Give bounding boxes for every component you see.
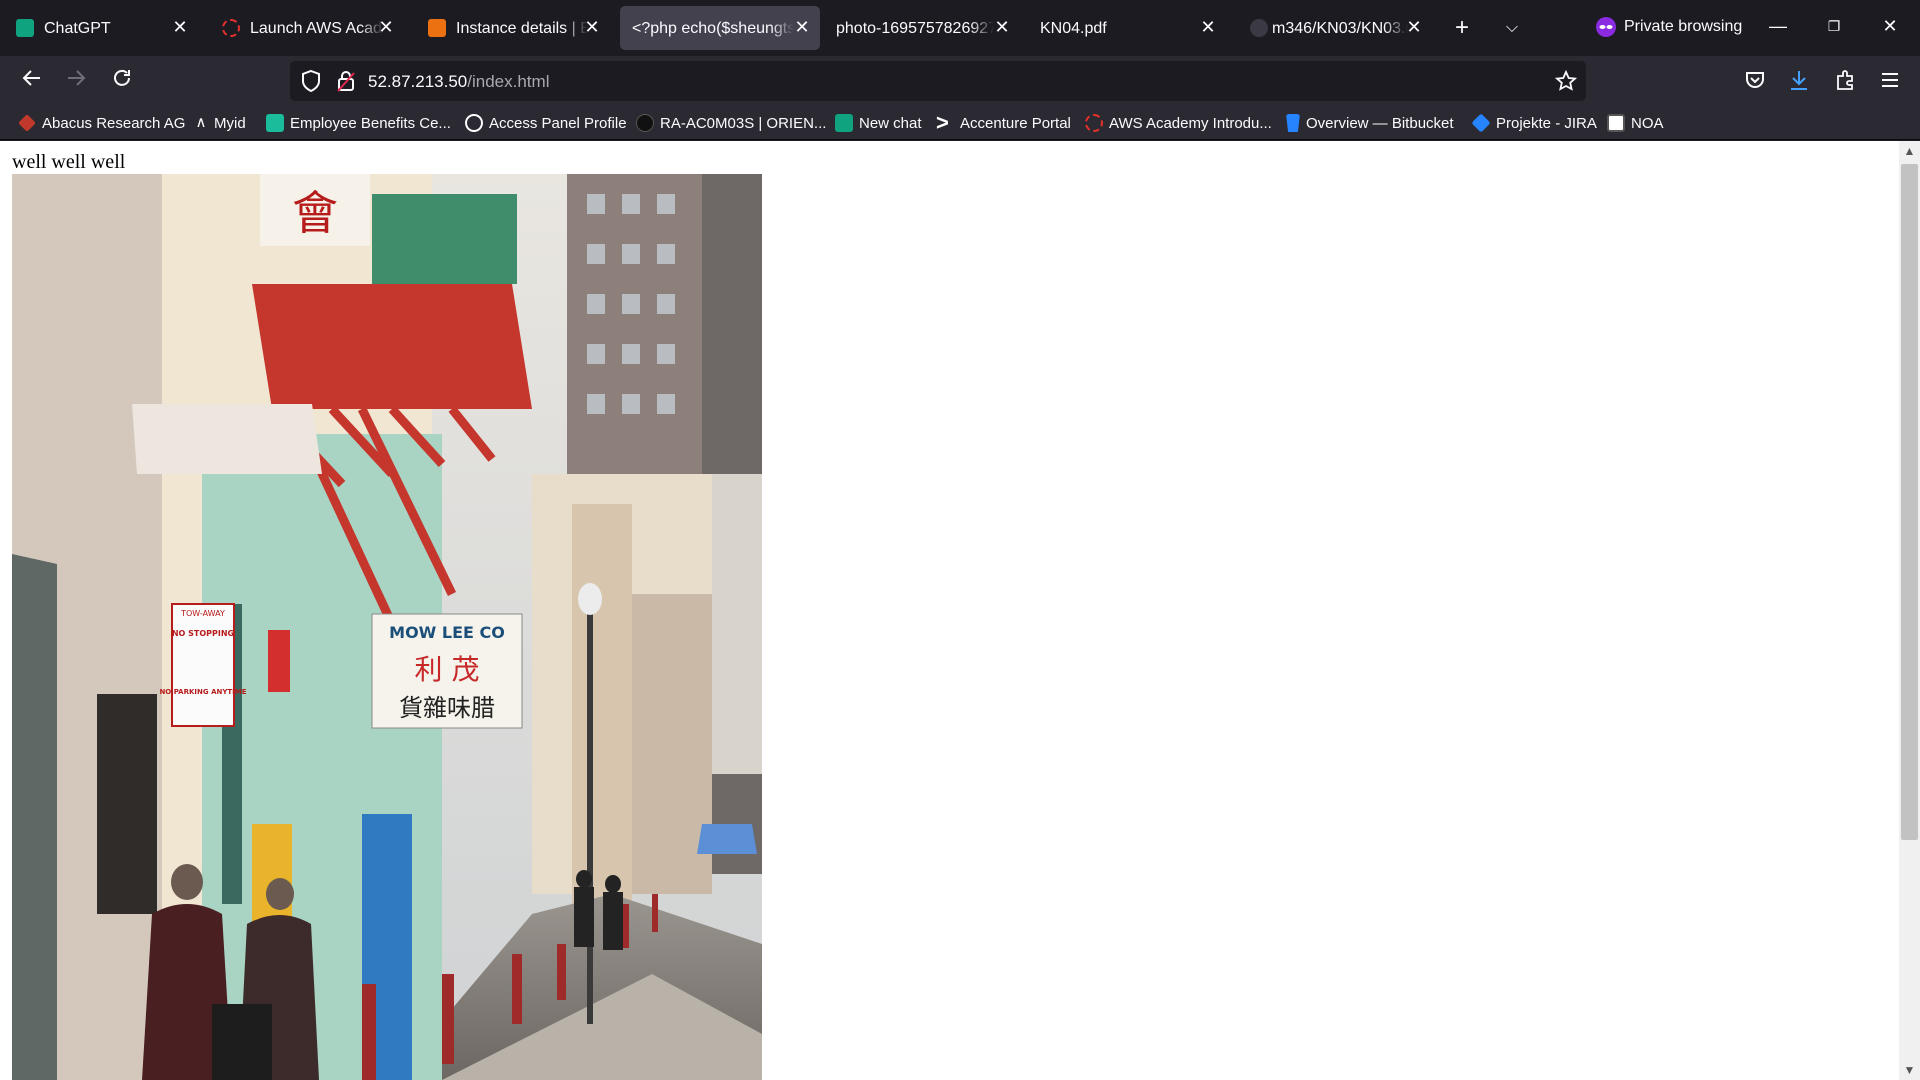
close-icon[interactable]: ✕ bbox=[1198, 17, 1218, 37]
sign-no-parking: NO PARKING ANYTIME bbox=[159, 688, 246, 696]
bitbucket-icon bbox=[1286, 114, 1300, 132]
bookmark-label: NOA bbox=[1631, 114, 1664, 132]
page-text: well well well bbox=[12, 151, 126, 173]
bookmark-aws-academy[interactable]: AWS Academy Introdu... bbox=[1085, 112, 1272, 134]
bookmark-label: Projekte - JIRA bbox=[1496, 114, 1597, 132]
bookmark-accenture[interactable]: > Accenture Portal bbox=[936, 112, 1071, 134]
aws-academy-icon bbox=[222, 19, 240, 37]
reload-icon bbox=[114, 69, 130, 86]
chatgpt-icon bbox=[16, 19, 34, 37]
bookmark-star-icon[interactable] bbox=[1554, 69, 1578, 92]
restore-button[interactable]: ❐ bbox=[1818, 12, 1850, 40]
close-icon[interactable]: ✕ bbox=[582, 17, 602, 37]
close-icon[interactable]: ✕ bbox=[1404, 17, 1424, 37]
noa-icon bbox=[1607, 114, 1625, 132]
scroll-down-arrow-icon[interactable]: ▼ bbox=[1900, 1062, 1919, 1078]
tab-title: ChatGPT bbox=[44, 19, 174, 39]
minimize-button[interactable]: — bbox=[1762, 12, 1794, 40]
back-button[interactable] bbox=[16, 66, 48, 94]
tab-instance-details[interactable]: Instance details | EC ✕ bbox=[416, 6, 610, 50]
benefits-icon bbox=[266, 114, 284, 132]
url-text[interactable]: 52.87.213.50/index.html bbox=[368, 71, 549, 93]
bookmark-jira[interactable]: Projekte - JIRA bbox=[1471, 112, 1597, 134]
bookmark-access-panel[interactable]: Access Panel Profile bbox=[465, 112, 627, 134]
close-icon[interactable]: ✕ bbox=[170, 17, 190, 37]
github-icon bbox=[1250, 19, 1268, 37]
bookmark-label: AWS Academy Introdu... bbox=[1109, 114, 1272, 132]
private-browsing-icon bbox=[1596, 17, 1616, 37]
aws-ec2-icon bbox=[428, 19, 446, 37]
github-icon bbox=[636, 114, 654, 132]
tab-launch-aws[interactable]: Launch AWS Academ ✕ bbox=[210, 6, 404, 50]
tab-title: Launch AWS Academ bbox=[250, 19, 384, 39]
abacus-icon bbox=[18, 114, 36, 132]
bookmark-employee-benefits[interactable]: Employee Benefits Ce... bbox=[266, 112, 451, 134]
globe-icon bbox=[465, 114, 483, 132]
sign-mow-lee-name: MOW LEE CO bbox=[389, 623, 505, 642]
close-icon[interactable]: ✕ bbox=[992, 17, 1012, 37]
sign-mow-lee-sub: 貨雜味腊 bbox=[399, 694, 495, 722]
forward-button[interactable] bbox=[60, 66, 92, 94]
bookmark-label: RA-AC0M03S | ORIEN... bbox=[660, 114, 827, 132]
bookmark-label: Access Panel Profile bbox=[489, 114, 627, 132]
jira-icon bbox=[1471, 113, 1491, 133]
close-window-button[interactable]: ✕ bbox=[1874, 12, 1906, 40]
private-browsing-label: Private browsing bbox=[1624, 18, 1743, 35]
tab-bar: ChatGPT ✕ Launch AWS Academ ✕ Instance d… bbox=[0, 0, 1920, 56]
url-path: /index.html bbox=[467, 72, 550, 91]
bookmark-ra-ac0m03s[interactable]: RA-AC0M03S | ORIEN... bbox=[636, 112, 826, 134]
tab-title: <?php echo($sheungtsu bbox=[632, 19, 794, 39]
tab-php[interactable]: <?php echo($sheungtsu ✕ bbox=[620, 6, 820, 50]
insecure-lock-icon[interactable] bbox=[336, 69, 356, 93]
back-arrow-icon bbox=[22, 70, 40, 86]
downloads-icon[interactable] bbox=[1788, 68, 1810, 92]
tab-kn04[interactable]: KN04.pdf ✕ bbox=[1032, 6, 1226, 50]
bookmark-label: Myid bbox=[214, 114, 246, 132]
close-icon[interactable]: ✕ bbox=[792, 17, 812, 37]
bookmark-new-chat[interactable]: New chat bbox=[835, 112, 922, 134]
close-icon[interactable]: ✕ bbox=[376, 17, 396, 37]
bookmark-noa[interactable]: NOA bbox=[1607, 112, 1664, 134]
bookmark-label: Overview — Bitbucket bbox=[1306, 114, 1454, 132]
tab-title: KN04.pdf bbox=[1040, 19, 1190, 39]
list-tabs-button[interactable]: ⌵ bbox=[1496, 14, 1528, 42]
reload-button[interactable] bbox=[106, 66, 138, 94]
accenture-icon: > bbox=[936, 110, 949, 135]
tab-chatgpt[interactable]: ChatGPT ✕ bbox=[4, 6, 198, 50]
url-host: 52.87.213.50 bbox=[368, 72, 468, 91]
scrollbar-thumb[interactable] bbox=[1901, 164, 1918, 840]
sign-no-stopping: NO STOPPING bbox=[172, 629, 234, 638]
bookmark-myid[interactable]: ∧ Myid bbox=[194, 112, 246, 134]
tab-title: Instance details | EC bbox=[456, 19, 588, 39]
extensions-icon[interactable] bbox=[1834, 68, 1856, 92]
tab-photo[interactable]: photo-1695757826927- ✕ bbox=[826, 6, 1020, 50]
bookmark-label: New chat bbox=[859, 114, 922, 132]
aws-academy-icon bbox=[1085, 114, 1103, 132]
tracking-protection-shield-icon[interactable] bbox=[300, 69, 322, 93]
bookmark-bitbucket[interactable]: Overview — Bitbucket bbox=[1286, 112, 1454, 134]
sign-mow-lee-chars: 利 茂 bbox=[415, 653, 480, 686]
menu-hamburger-icon[interactable] bbox=[1879, 69, 1901, 91]
sign-tow-away: TOW-AWAY bbox=[180, 609, 225, 618]
forward-arrow-icon bbox=[68, 70, 86, 86]
bookmark-label: Accenture Portal bbox=[960, 114, 1071, 132]
street-photo: 會 MOW LEE CO 利 茂 貨雜味腊 TOW-AWAY NO STOPPI… bbox=[12, 174, 762, 1080]
sign-top-char: 會 bbox=[292, 186, 338, 240]
chatgpt-icon bbox=[835, 114, 853, 132]
myid-icon: ∧ bbox=[195, 114, 207, 131]
tab-github[interactable]: m346/KN03/KN03.n ✕ bbox=[1238, 6, 1432, 50]
bookmark-abacus[interactable]: Abacus Research AG bbox=[18, 112, 185, 134]
scroll-up-arrow-icon[interactable]: ▲ bbox=[1900, 143, 1919, 159]
page-content: well well well 會 MOW LEE CO 利 茂 貨雜味腊 TOW… bbox=[0, 141, 1899, 1080]
bookmark-label: Employee Benefits Ce... bbox=[290, 114, 451, 132]
bookmark-label: Abacus Research AG bbox=[42, 114, 186, 132]
pocket-icon[interactable] bbox=[1744, 69, 1766, 91]
tab-title: photo-1695757826927- bbox=[836, 19, 994, 39]
tab-title: m346/KN03/KN03.n bbox=[1272, 19, 1408, 39]
new-tab-button[interactable]: + bbox=[1446, 14, 1478, 42]
